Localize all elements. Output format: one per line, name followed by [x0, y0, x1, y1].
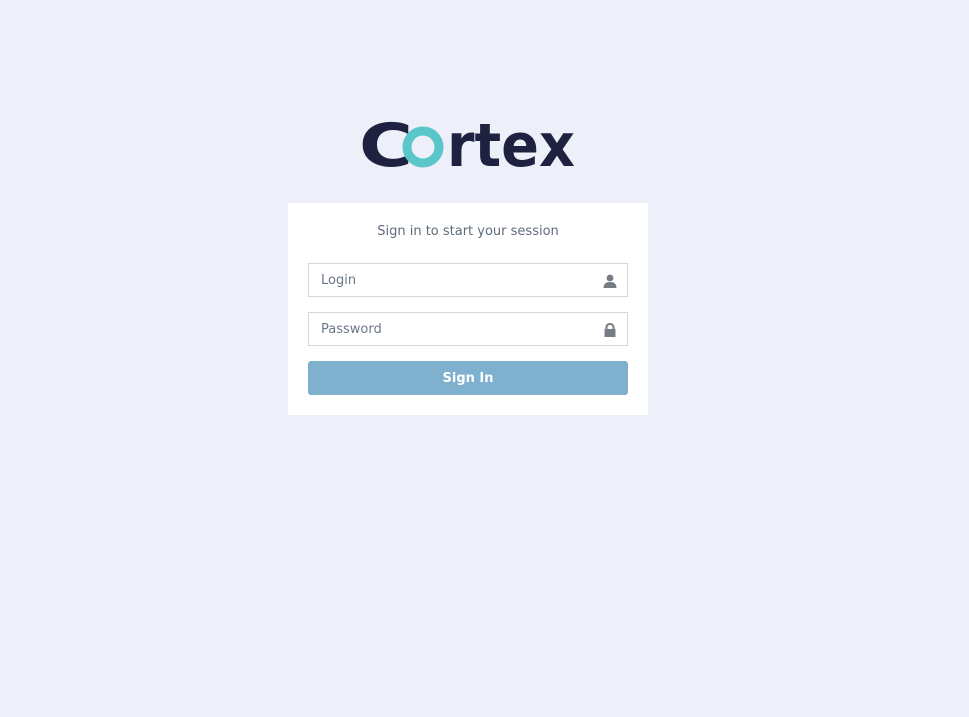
login-box-message: Sign in to start your session: [377, 224, 559, 239]
lock-icon: [603, 322, 617, 337]
sign-in-button[interactable]: Sign In: [308, 361, 628, 395]
login-input[interactable]: [309, 264, 627, 296]
login-box: Sign in to start your session Sign In: [288, 203, 648, 415]
cortex-logo: C rtex: [359, 112, 575, 172]
password-field-group: [308, 312, 628, 346]
password-input[interactable]: [309, 313, 627, 345]
user-icon: [603, 273, 617, 288]
login-field-group: [308, 263, 628, 297]
svg-text:rtex: rtex: [447, 112, 575, 172]
